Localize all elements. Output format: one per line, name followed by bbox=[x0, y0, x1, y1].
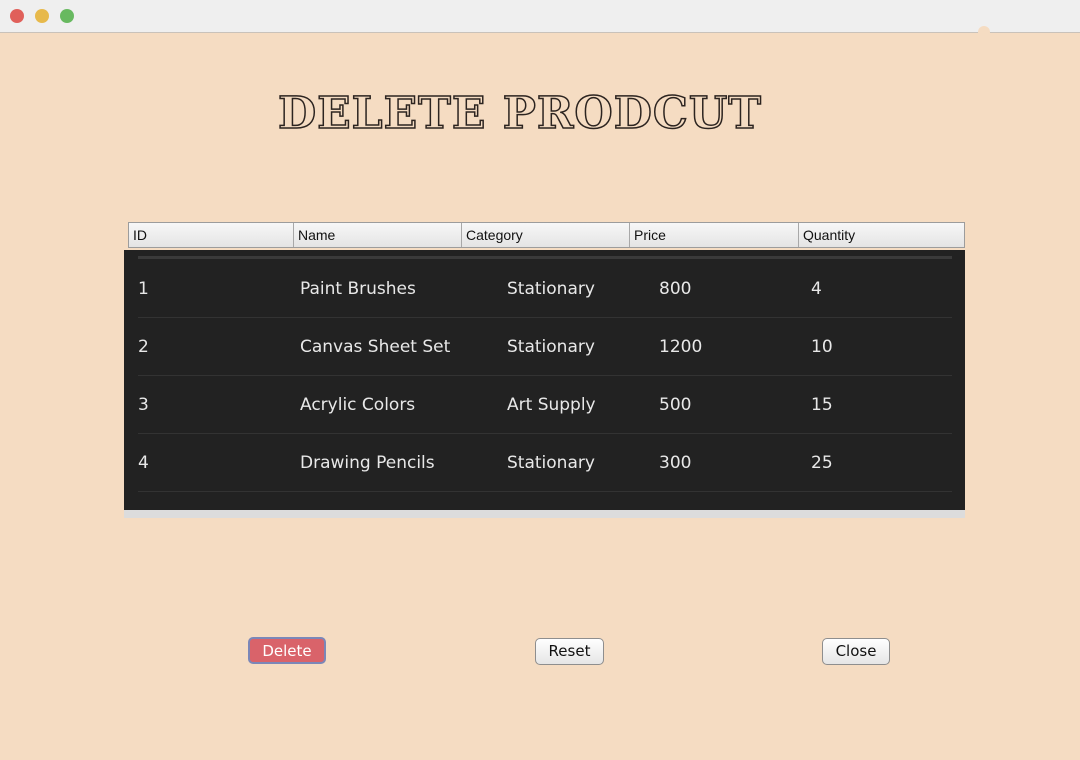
cell-price: 800 bbox=[659, 279, 692, 299]
table-body: 1 Paint Brushes Stationary 800 4 2 Canva… bbox=[124, 250, 965, 518]
cell-price: 1200 bbox=[659, 337, 703, 357]
cell-name: Acrylic Colors bbox=[300, 395, 416, 415]
window-minimize-icon[interactable] bbox=[35, 9, 49, 23]
table-row[interactable]: 3 Acrylic Colors Art Supply 500 15 bbox=[138, 376, 952, 434]
cell-category: Stationary bbox=[507, 453, 595, 473]
table-row[interactable]: 2 Canvas Sheet Set Stationary 1200 10 bbox=[138, 318, 952, 376]
window-maximize-icon[interactable] bbox=[60, 9, 74, 23]
cell-category: Art Supply bbox=[507, 395, 596, 415]
cell-name: Canvas Sheet Set bbox=[300, 337, 451, 357]
cell-price: 500 bbox=[659, 395, 692, 415]
cell-id: 1 bbox=[138, 279, 149, 299]
column-header-price[interactable]: Price bbox=[630, 223, 799, 247]
cell-quantity: 10 bbox=[811, 337, 833, 357]
table-body-divider bbox=[138, 256, 952, 259]
page-title: DELETE PRODCUT bbox=[277, 87, 763, 140]
cell-name: Paint Brushes bbox=[300, 279, 416, 299]
column-header-quantity[interactable]: Quantity bbox=[799, 223, 964, 247]
column-header-name[interactable]: Name bbox=[294, 223, 462, 247]
cell-price: 300 bbox=[659, 453, 692, 473]
cell-id: 3 bbox=[138, 395, 149, 415]
titlebar-notch bbox=[978, 26, 990, 38]
close-button[interactable]: Close bbox=[822, 638, 890, 665]
column-header-id[interactable]: ID bbox=[129, 223, 294, 247]
cell-quantity: 15 bbox=[811, 395, 833, 415]
delete-button[interactable]: Delete bbox=[248, 637, 326, 664]
cell-name: Drawing Pencils bbox=[300, 453, 435, 473]
title-bar bbox=[0, 0, 1080, 33]
cell-quantity: 4 bbox=[811, 279, 822, 299]
app-window: DELETE PRODCUT ID Name Category Price Qu… bbox=[0, 0, 1080, 760]
window-close-icon[interactable] bbox=[10, 9, 24, 23]
cell-category: Stationary bbox=[507, 279, 595, 299]
products-table[interactable]: ID Name Category Price Quantity 1 Paint … bbox=[124, 222, 965, 518]
cell-id: 4 bbox=[138, 453, 149, 473]
table-row[interactable]: 1 Paint Brushes Stationary 800 4 bbox=[138, 260, 952, 318]
cell-id: 2 bbox=[138, 337, 149, 357]
column-header-category[interactable]: Category bbox=[462, 223, 630, 247]
cell-category: Stationary bbox=[507, 337, 595, 357]
cell-quantity: 25 bbox=[811, 453, 833, 473]
reset-button[interactable]: Reset bbox=[535, 638, 604, 665]
table-header: ID Name Category Price Quantity bbox=[128, 222, 965, 248]
table-row[interactable]: 4 Drawing Pencils Stationary 300 25 bbox=[138, 434, 952, 492]
